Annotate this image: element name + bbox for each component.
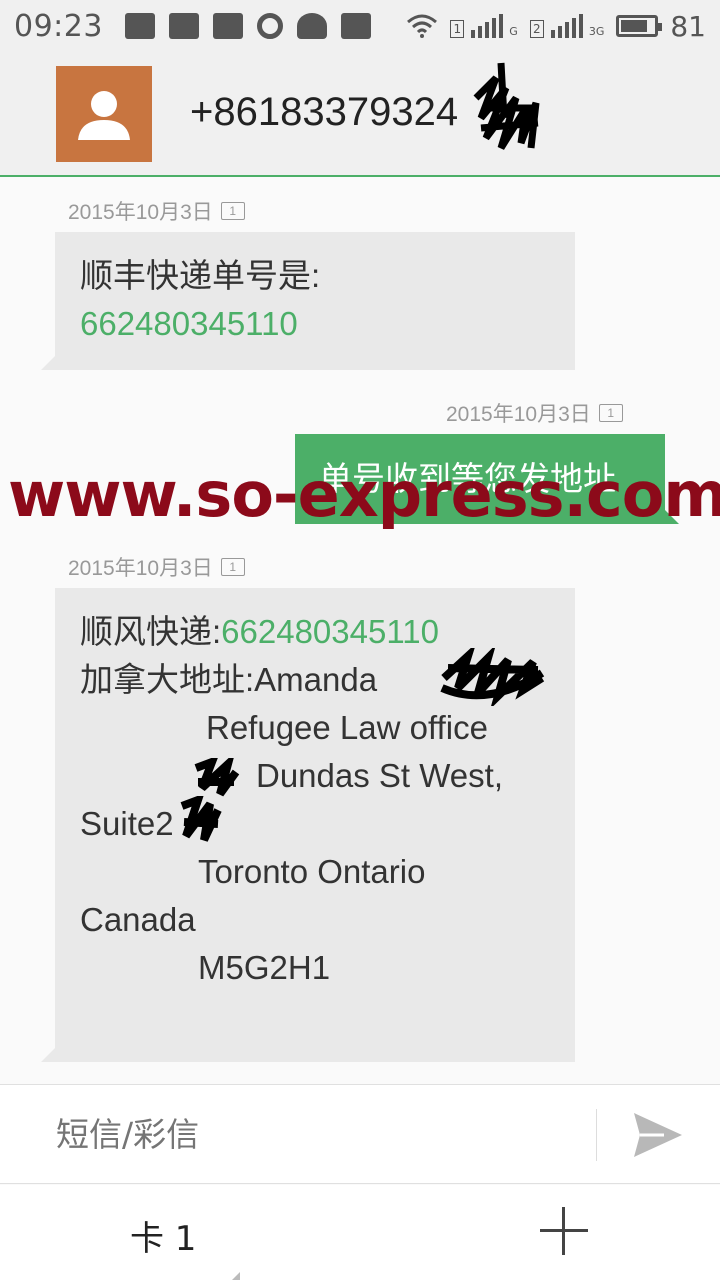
address-label: 加拿大地址: xyxy=(80,661,255,698)
watermark: www.so-express.com xyxy=(8,458,720,531)
sim1-label: 1 xyxy=(450,20,465,38)
address-postal: M5G2H1 xyxy=(198,949,331,986)
signal-sim2-icon: 2 3G xyxy=(529,14,605,38)
redaction-scribble xyxy=(180,796,222,842)
sim1-network: G xyxy=(509,25,518,38)
message-composer xyxy=(0,1084,720,1184)
news-icon xyxy=(168,13,199,39)
person-icon xyxy=(78,91,130,140)
notification-icons xyxy=(124,13,371,39)
redaction-scribble xyxy=(473,62,540,150)
message-date: 2015年10月3日 1 xyxy=(446,398,623,428)
shopping-bag-icon xyxy=(340,13,371,39)
tracking-number-link[interactable]: 662480345110 xyxy=(80,300,550,348)
message-date: 2015年10月3日 1 xyxy=(68,552,245,582)
conversation-header: +86183379324 xyxy=(0,52,720,177)
add-attachment-icon[interactable] xyxy=(540,1207,588,1255)
bottom-bar: 卡 1 xyxy=(0,1185,720,1280)
message-icon xyxy=(124,13,155,39)
message-input[interactable] xyxy=(56,1115,556,1154)
sim2-label: 2 xyxy=(529,20,544,38)
address-country: Canada xyxy=(80,901,196,938)
tracking-number-link[interactable]: 662480345110 xyxy=(221,613,439,650)
qq-icon xyxy=(296,13,327,39)
incoming-message-bubble[interactable]: 顺丰快递单号是: 662480345110 xyxy=(41,232,575,370)
send-icon[interactable] xyxy=(630,1109,686,1161)
status-bar: 09:23 1 G 2 3G 81 xyxy=(0,0,720,52)
address-city: Toronto Ontario xyxy=(198,853,426,890)
date-text: 2015年10月3日 xyxy=(68,201,213,224)
wifi-icon xyxy=(407,14,438,38)
message-date: 2015年10月3日 1 xyxy=(68,196,245,226)
contact-number[interactable]: +86183379324 xyxy=(190,90,458,135)
signal-sim1-icon: 1 G xyxy=(450,14,518,38)
date-text: 2015年10月3日 xyxy=(68,557,213,580)
video-icon xyxy=(212,13,243,39)
sim-badge: 1 xyxy=(220,202,245,220)
sim2-network: 3G xyxy=(588,25,605,38)
redaction-scribble xyxy=(194,758,240,797)
sim-badge: 1 xyxy=(598,404,623,422)
redaction-scribble xyxy=(440,648,545,706)
message-text: 顺丰快递单号是: xyxy=(80,257,321,294)
recipient-name: Amanda xyxy=(254,661,378,698)
battery-icon xyxy=(616,15,663,37)
message-prefix: 顺风快递: xyxy=(80,613,222,650)
contact-avatar[interactable] xyxy=(56,66,152,162)
sim-selector[interactable]: 卡 1 xyxy=(130,1211,242,1280)
address-suite: Suite2 xyxy=(80,805,174,842)
status-time: 09:23 xyxy=(14,8,103,44)
address-street: Dundas St West, xyxy=(256,757,504,794)
address-office: Refugee Law office xyxy=(206,709,488,746)
sim-badge: 1 xyxy=(220,558,245,576)
target-icon xyxy=(256,13,283,39)
date-text: 2015年10月3日 xyxy=(446,403,591,426)
battery-percent: 81 xyxy=(670,9,706,43)
